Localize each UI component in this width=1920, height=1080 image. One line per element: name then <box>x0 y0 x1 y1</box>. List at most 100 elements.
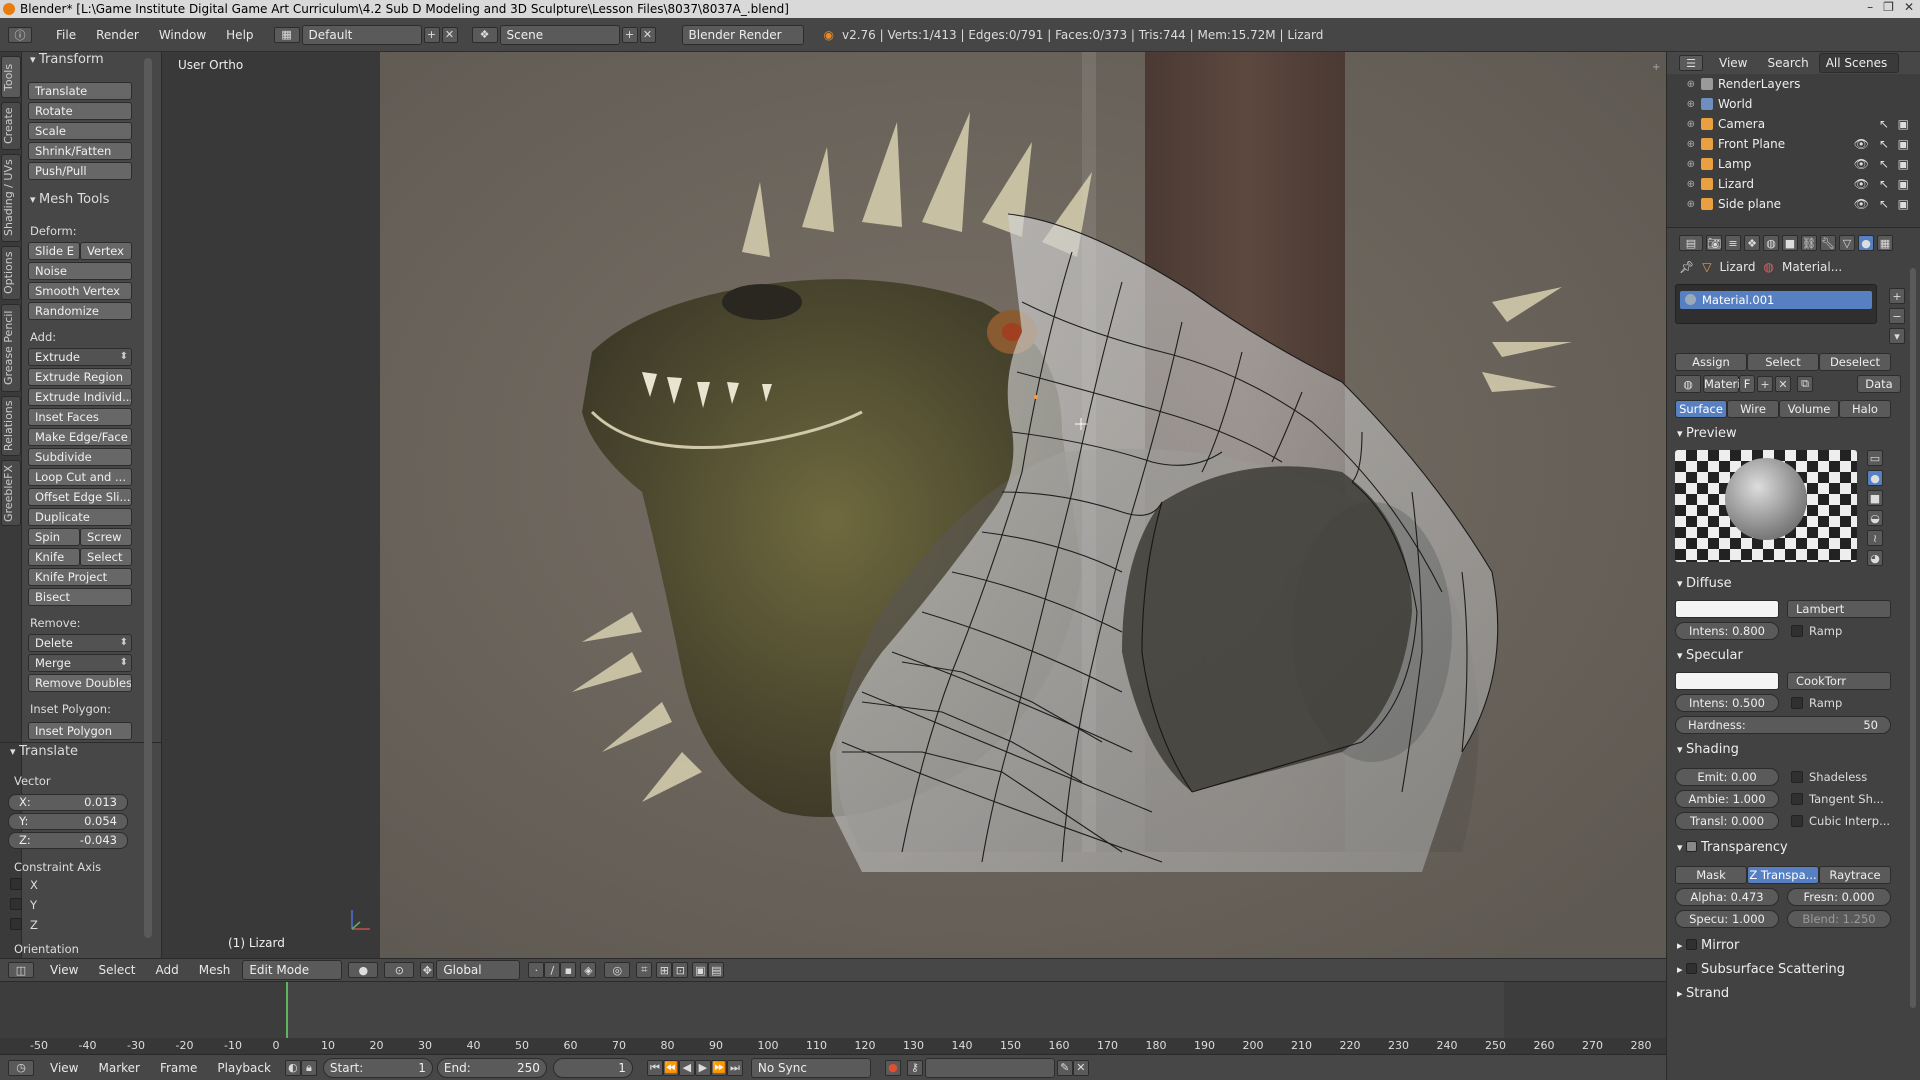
minimize-button[interactable]: – <box>1867 0 1873 14</box>
push-pull-button[interactable]: Push/Pull <box>28 162 132 180</box>
diffuse-color-swatch[interactable] <box>1675 600 1779 618</box>
outliner-item[interactable]: ⊕ Side plane 👁︎ ↖ ▣ <box>1667 194 1920 214</box>
outliner-item[interactable]: ⊕ Lamp 👁︎ ↖ ▣ <box>1667 154 1920 174</box>
rotate-button[interactable]: Rotate <box>28 102 132 120</box>
render-camera-icon[interactable]: ▣ <box>1898 137 1909 151</box>
play-icon[interactable]: ▶ <box>694 1059 711 1076</box>
face-select-icon[interactable]: ▪ <box>560 962 577 978</box>
render-tab-icon[interactable]: 📷︎ <box>1706 235 1722 251</box>
proportional-edit-icon[interactable]: ◎ <box>604 962 631 978</box>
render-engine-selector[interactable]: Blender Render <box>681 24 804 45</box>
display-mode-selector[interactable]: All Scenes <box>1818 53 1899 73</box>
preview-monkey-icon[interactable]: ◒ <box>1867 510 1883 526</box>
vector-z-field[interactable]: Z: -0.043 <box>8 832 128 849</box>
render-camera-icon[interactable]: ▣ <box>1898 197 1909 211</box>
tab-create[interactable]: Create <box>1 102 21 150</box>
add-slot-icon[interactable]: + <box>1889 288 1905 304</box>
visibility-eye-icon[interactable]: 👁︎ <box>1854 157 1869 171</box>
layout-icon[interactable]: ▦ <box>273 26 300 43</box>
scene-tab-icon[interactable]: ❖ <box>1744 235 1760 251</box>
menu-render[interactable]: Render <box>96 28 139 42</box>
transform-panel-header[interactable]: Transform <box>30 52 104 67</box>
shrink-fatten-button[interactable]: Shrink/Fatten <box>28 142 132 160</box>
hardness-field[interactable]: Hardness: 50 <box>1675 716 1891 734</box>
outliner-item[interactable]: ⊕ Front Plane 👁︎ ↖ ▣ <box>1667 134 1920 154</box>
constraint-x-checkbox[interactable] <box>10 878 22 890</box>
render-layers-tab-icon[interactable]: ≡ <box>1725 235 1741 251</box>
outliner-menu-view[interactable]: View <box>1719 56 1747 70</box>
inset-polygon-button[interactable]: Inset Polygon <box>28 722 132 740</box>
alpha-field[interactable]: Alpha: 0.473 <box>1675 888 1779 906</box>
menu-help[interactable]: Help <box>226 28 253 42</box>
keying-set-icon[interactable]: ⚷ <box>906 1059 923 1076</box>
diffuse-ramp-checkbox[interactable] <box>1791 625 1803 637</box>
slot-specials-icon[interactable]: ▾ <box>1889 328 1905 344</box>
layout-selector[interactable]: Default <box>301 24 422 45</box>
timeline-editor-type-icon[interactable]: ◷ <box>8 1059 34 1076</box>
preview-sphere-icon[interactable]: ● <box>1867 470 1883 486</box>
world-tab-icon[interactable]: ◍ <box>1763 235 1779 251</box>
edge-select-icon[interactable]: / <box>544 962 561 978</box>
delete-dropdown[interactable]: Delete <box>28 634 132 652</box>
render-camera-icon[interactable]: ▣ <box>1898 157 1909 171</box>
preview-cube-icon[interactable]: ■ <box>1867 490 1883 506</box>
expand-icon[interactable]: ⊕ <box>1667 159 1695 170</box>
diffuse-intensity-field[interactable]: Intens: 0.800 <box>1675 622 1779 640</box>
viewport-menu-select[interactable]: Select <box>98 963 135 977</box>
selectability-cursor-icon[interactable]: ↖ <box>1879 197 1889 211</box>
subdivide-button[interactable]: Subdivide <box>28 448 132 466</box>
randomize-button[interactable]: Randomize <box>28 302 132 320</box>
knife-button[interactable]: Knife <box>28 548 80 566</box>
slide-vertex-button[interactable]: Vertex <box>80 242 132 260</box>
record-icon[interactable]: ● <box>884 1059 901 1076</box>
outliner-item[interactable]: ⊕ World <box>1667 94 1920 114</box>
specular-ramp-checkbox[interactable] <box>1791 697 1803 709</box>
vector-x-field[interactable]: X: 0.013 <box>8 794 128 811</box>
jump-start-icon[interactable]: ⏮ <box>646 1059 663 1076</box>
add-layout-icon[interactable]: + <box>423 26 440 43</box>
diffuse-shader-selector[interactable]: Lambert <box>1787 600 1891 618</box>
tab-tools[interactable]: Tools <box>1 56 21 98</box>
3d-viewport[interactable]: User Ortho (1) Lizard + <box>162 52 1666 964</box>
knife-select-button[interactable]: Select <box>80 548 132 566</box>
duplicate-button[interactable]: Duplicate <box>28 508 132 526</box>
modifiers-tab-icon[interactable]: 🔧︎ <box>1820 235 1836 251</box>
translate-button[interactable]: Translate <box>28 82 132 100</box>
menu-window[interactable]: Window <box>159 28 206 42</box>
remove-slot-icon[interactable]: − <box>1889 308 1905 324</box>
node-material-icon[interactable]: ⧉ <box>1797 376 1813 392</box>
current-frame-marker[interactable] <box>286 982 288 1038</box>
expand-icon[interactable]: ⊕ <box>1667 199 1695 210</box>
outliner-editor-type-icon[interactable]: ☰ <box>1679 55 1703 71</box>
ambient-field[interactable]: Ambie: 1.000 <box>1675 790 1779 808</box>
emit-field[interactable]: Emit: 0.00 <box>1675 768 1779 786</box>
extrude-individual-button[interactable]: Extrude Individ... <box>28 388 132 406</box>
maximize-button[interactable]: ❐ <box>1883 0 1894 14</box>
surface-tab[interactable]: Surface <box>1675 400 1727 418</box>
extrude-region-button[interactable]: Extrude Region <box>28 368 132 386</box>
pivot-point-icon[interactable]: ⊙ <box>384 962 415 978</box>
selectability-cursor-icon[interactable]: ↖ <box>1879 177 1889 191</box>
render-still-icon[interactable]: ▣ <box>692 962 709 978</box>
transparency-ztransparency-button[interactable]: Z Transpa... <box>1747 866 1819 884</box>
volume-tab[interactable]: Volume <box>1779 400 1839 418</box>
mode-selector[interactable]: Edit Mode <box>242 960 343 980</box>
tab-options[interactable]: Options <box>1 246 21 300</box>
inset-faces-button[interactable]: Inset Faces <box>28 408 132 426</box>
vector-y-field[interactable]: Y: 0.054 <box>8 813 128 830</box>
noise-button[interactable]: Noise <box>28 262 132 280</box>
shading-panel-header[interactable]: Shading <box>1677 742 1739 757</box>
remove-scene-icon[interactable]: ✕ <box>639 26 656 43</box>
manipulator-icon[interactable]: ✥ <box>420 962 435 978</box>
breadcrumb-material[interactable]: Material... <box>1782 260 1842 274</box>
shadeless-checkbox[interactable] <box>1791 771 1803 783</box>
specular-intensity-field[interactable]: Intens: 0.500 <box>1675 694 1779 712</box>
extrude-dropdown[interactable]: Extrude <box>28 348 132 366</box>
offset-edge-slide-button[interactable]: Offset Edge Sli... <box>28 488 132 506</box>
mirror-checkbox[interactable] <box>1686 939 1698 950</box>
new-material-icon[interactable]: + <box>1757 376 1773 392</box>
current-frame-field[interactable]: 1 <box>552 1057 633 1078</box>
sss-panel-header[interactable]: Subsurface Scattering <box>1677 962 1845 977</box>
slide-edge-button[interactable]: Slide E <box>28 242 80 260</box>
timeline-area[interactable] <box>0 982 1666 1038</box>
